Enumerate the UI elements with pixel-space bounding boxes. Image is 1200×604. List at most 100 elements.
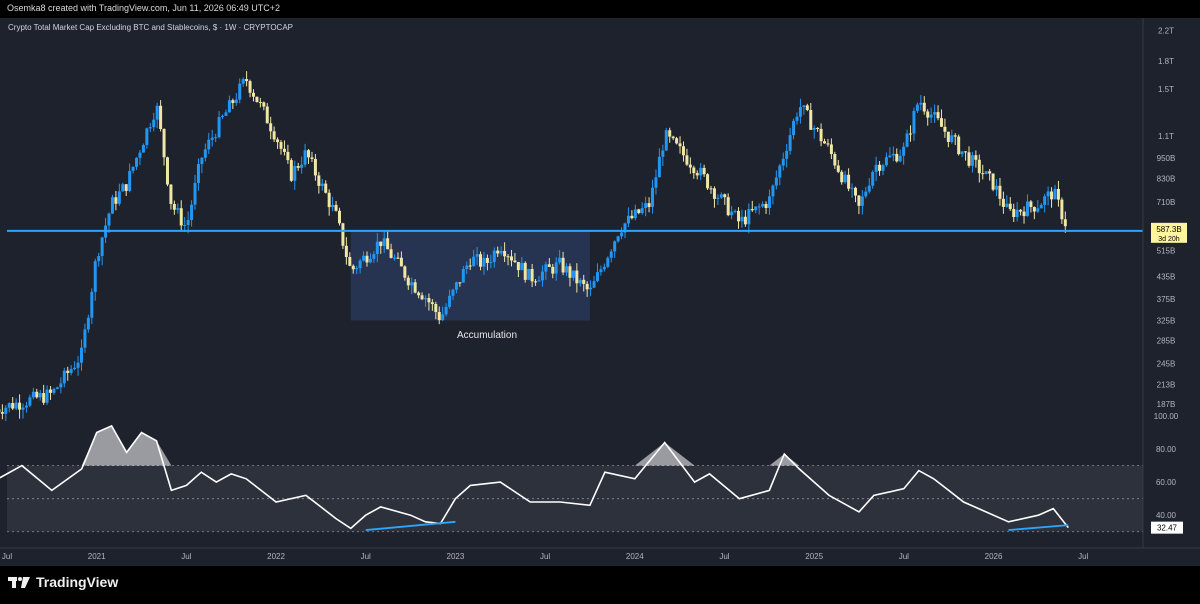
candle-body — [221, 115, 225, 118]
candle-body — [802, 105, 806, 108]
candle-body — [368, 258, 372, 263]
candle-body — [300, 164, 304, 168]
candle-body — [18, 402, 22, 410]
candle-body — [344, 245, 348, 258]
candle-body — [671, 136, 675, 139]
candle-body — [719, 194, 723, 198]
candle-body — [1053, 188, 1057, 200]
candle-body — [1060, 199, 1064, 220]
candle-body — [637, 209, 641, 214]
candle-body — [702, 167, 706, 175]
candle-body — [946, 131, 950, 142]
candle-body — [534, 281, 538, 283]
candle — [527, 268, 531, 281]
candle-body — [114, 197, 118, 204]
candle-body — [712, 188, 716, 199]
time-tick-label: Jul — [361, 552, 371, 561]
candle-body — [616, 236, 620, 242]
candle-body — [506, 256, 510, 258]
candle-body — [685, 155, 689, 165]
chart-svg[interactable]: 587.3B 3d 20h 32.47 2.2T 1.8T 1.5T 1.1T 950B 8… — [0, 18, 1200, 566]
candle-body — [393, 257, 397, 259]
candle-body — [695, 173, 699, 176]
candle-body — [874, 164, 878, 173]
candle-body — [823, 141, 827, 144]
candle-body — [513, 260, 517, 263]
candle-body — [1050, 191, 1054, 200]
candle-body — [327, 192, 331, 208]
candle-body — [24, 405, 28, 408]
candle-body — [186, 220, 190, 225]
candle-body — [726, 197, 730, 216]
candle-body — [843, 174, 847, 183]
candle — [606, 256, 610, 269]
candle-body — [430, 302, 434, 304]
candle-body — [124, 184, 128, 191]
candle — [664, 127, 668, 151]
candle-body — [227, 100, 231, 113]
candle-body — [516, 262, 520, 271]
candle-body — [399, 257, 403, 267]
candle-body — [967, 152, 971, 166]
candle-body — [492, 250, 496, 262]
candle-body — [953, 135, 957, 137]
candle-body — [468, 265, 472, 267]
candle-body — [988, 171, 992, 174]
candle-body — [282, 148, 286, 152]
candle-body — [193, 183, 197, 205]
candle-body — [530, 268, 534, 282]
candle-body — [792, 120, 796, 136]
candle-body — [42, 393, 46, 403]
candle — [523, 261, 527, 283]
candle-body — [571, 270, 575, 278]
candle-body — [805, 105, 809, 111]
tradingview-logo[interactable]: TradingView — [8, 574, 118, 590]
candle-body — [960, 151, 964, 155]
candle-body — [826, 143, 830, 145]
time-tick-label: Jul — [2, 552, 12, 561]
candle-body — [183, 224, 187, 226]
candle-body — [568, 266, 572, 278]
chart-area[interactable]: 587.3B 3d 20h 32.47 2.2T 1.8T 1.5T 1.1T 950B 8… — [0, 18, 1200, 566]
rsi-tick-label: 40.00 — [1156, 511, 1177, 520]
candle-body — [964, 151, 968, 153]
candle-body — [640, 208, 644, 214]
time-tick-label: Jul — [719, 552, 729, 561]
price-tick-label: 2.2T — [1158, 27, 1174, 36]
price-tick-label: 213B — [1157, 380, 1176, 389]
candle-body — [155, 105, 159, 120]
candle-body — [107, 213, 111, 226]
candle-body — [740, 216, 744, 222]
candle-body — [196, 164, 200, 184]
candle-body — [602, 266, 606, 270]
price-tick-label: 245B — [1157, 359, 1176, 368]
candle-body — [1039, 204, 1043, 209]
candle-body — [761, 204, 765, 207]
candle-body — [403, 266, 407, 278]
candle-body — [785, 150, 789, 159]
candle-body — [644, 203, 648, 209]
candle-body — [131, 166, 135, 171]
candle-body — [162, 129, 166, 158]
candle-body — [888, 155, 892, 158]
candle-body — [709, 188, 713, 190]
tradingview-logo-icon — [8, 577, 30, 588]
price-tick-label: 187B — [1157, 400, 1176, 409]
candle-body — [69, 369, 73, 373]
candle-body — [795, 116, 799, 121]
candle-body — [179, 208, 183, 226]
candle-body — [296, 166, 300, 168]
candle-body — [1022, 211, 1026, 217]
candle-body — [207, 139, 211, 150]
candle-body — [83, 329, 87, 348]
candle-body — [458, 282, 462, 284]
candle-body — [434, 303, 438, 313]
candle-body — [79, 347, 83, 363]
candle-body — [313, 158, 317, 176]
candle-body — [303, 150, 307, 165]
candle-body — [110, 197, 114, 214]
rsi-tick-label: 100.00 — [1154, 412, 1179, 421]
candle-body — [850, 187, 854, 189]
candle-body — [485, 257, 489, 263]
candle-body — [943, 126, 947, 132]
